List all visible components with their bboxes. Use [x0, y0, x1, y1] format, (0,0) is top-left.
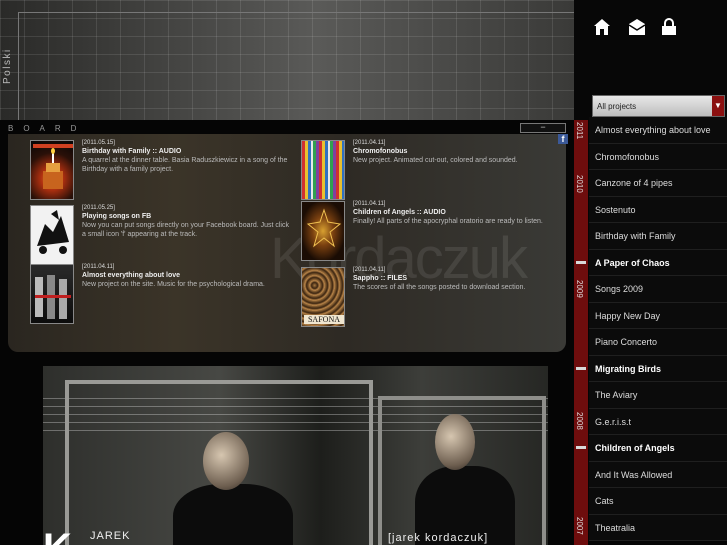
project-item[interactable]: Cats	[589, 488, 727, 515]
project-item[interactable]: Canzone of 4 pipes	[589, 170, 727, 197]
board-post[interactable]: SAFONA [2011.04.11] Sappho :: FILES The …	[301, 267, 566, 329]
mail-icon[interactable]	[628, 18, 646, 36]
post-thumbnail[interactable]: SAFONA	[301, 267, 345, 327]
project-item[interactable]: And It Was Allowed	[589, 461, 727, 488]
timeline-tick	[576, 261, 586, 264]
post-description: The scores of all the songs posted to do…	[353, 284, 526, 291]
timeline-tick	[576, 367, 586, 370]
project-item[interactable]: G.e.r.i.s.t	[589, 408, 727, 435]
project-list: Almost everything about love Chromofonob…	[589, 117, 727, 541]
hero-photo: K JAREK [jarek kordaczuk]	[43, 366, 548, 545]
post-thumbnail[interactable]	[30, 205, 74, 265]
post-title[interactable]: Chromofonobus	[353, 148, 407, 155]
board-post[interactable]: [2011.05.15] Birthday with Family :: AUD…	[30, 140, 290, 202]
project-filter-value: All projects	[597, 102, 637, 111]
chevron-down-icon[interactable]: ▼	[712, 96, 724, 116]
project-item[interactable]: Piano Concerto	[589, 329, 727, 356]
project-item[interactable]: A Paper of Chaos	[589, 249, 727, 276]
language-link[interactable]: Polski	[2, 48, 13, 84]
project-item[interactable]: Birthday with Family	[589, 223, 727, 250]
project-item[interactable]: Theatralia	[589, 514, 727, 541]
project-item[interactable]: Almost everything about love	[589, 117, 727, 144]
timeline-year[interactable]: 2010	[575, 175, 584, 193]
post-title[interactable]: Birthday with Family :: AUDIO	[82, 148, 181, 155]
timeline-year[interactable]: 2008	[575, 412, 584, 430]
figure-left-head	[203, 432, 249, 490]
project-item[interactable]: The Aviary	[589, 382, 727, 409]
board-minimize-button[interactable]: −	[520, 123, 566, 133]
post-description: Now you can put songs directly on your F…	[82, 222, 289, 238]
post-description: New project. Animated cut-out, colored a…	[353, 157, 518, 164]
post-thumbnail[interactable]	[301, 201, 345, 261]
post-thumbnail[interactable]	[30, 140, 74, 200]
post-title[interactable]: Sappho :: FILES	[353, 275, 407, 282]
project-item[interactable]: Happy New Day	[589, 302, 727, 329]
post-date: [2011.04.11]	[82, 264, 115, 270]
board-post[interactable]: [2011.04.11] Almost everything about lov…	[30, 264, 290, 326]
grid-frame	[18, 12, 574, 120]
figure-left-body	[173, 484, 293, 545]
post-date: [2011.04.11]	[353, 140, 386, 146]
photo-caption-full: [jarek kordaczuk]	[388, 532, 489, 544]
project-item[interactable]: Children of Angels	[589, 435, 727, 462]
post-description: A quarrel at the dinner table. Basia Rad…	[82, 157, 288, 173]
timeline-year[interactable]: 2011	[575, 122, 584, 139]
post-date: [2011.05.15]	[82, 140, 115, 146]
project-item[interactable]: Songs 2009	[589, 276, 727, 303]
thumbnail-caption: SAFONA	[304, 315, 344, 324]
project-item[interactable]: Sostenuto	[589, 196, 727, 223]
project-filter-select[interactable]: All projects ▼	[592, 95, 725, 117]
board-post[interactable]: [2011.04.11] Chromofonobus New project. …	[301, 140, 566, 202]
post-thumbnail[interactable]	[30, 264, 74, 324]
project-item[interactable]: Chromofonobus	[589, 143, 727, 170]
board-post[interactable]: [2011.05.25] Playing songs on FB Now you…	[30, 205, 290, 267]
post-title[interactable]: Children of Angels :: AUDIO	[353, 209, 446, 216]
board-label: BOARD	[8, 124, 87, 133]
home-icon[interactable]	[593, 18, 611, 36]
timeline-tick	[576, 446, 586, 449]
post-date: [2011.05.25]	[82, 205, 115, 211]
post-title[interactable]: Almost everything about love	[82, 272, 180, 279]
post-thumbnail[interactable]	[301, 140, 345, 200]
board-post[interactable]: [2011.04.11] Children of Angels :: AUDIO…	[301, 201, 566, 263]
post-date: [2011.04.11]	[353, 201, 386, 207]
project-item[interactable]: Migrating Birds	[589, 355, 727, 382]
header-grid	[0, 0, 574, 120]
logo-letter: K	[43, 526, 72, 545]
post-description: Finally! All parts of the apocryphal ora…	[353, 218, 543, 225]
figure-right-head	[435, 414, 475, 470]
timeline-year[interactable]: 2007	[575, 517, 584, 535]
post-date: [2011.04.11]	[353, 267, 386, 273]
lock-icon[interactable]	[660, 18, 678, 36]
photo-caption-name: JAREK	[90, 530, 131, 542]
timeline-year[interactable]: 2009	[575, 280, 584, 298]
post-description: New project on the site. Music for the p…	[82, 281, 265, 288]
post-title[interactable]: Playing songs on FB	[82, 213, 151, 220]
